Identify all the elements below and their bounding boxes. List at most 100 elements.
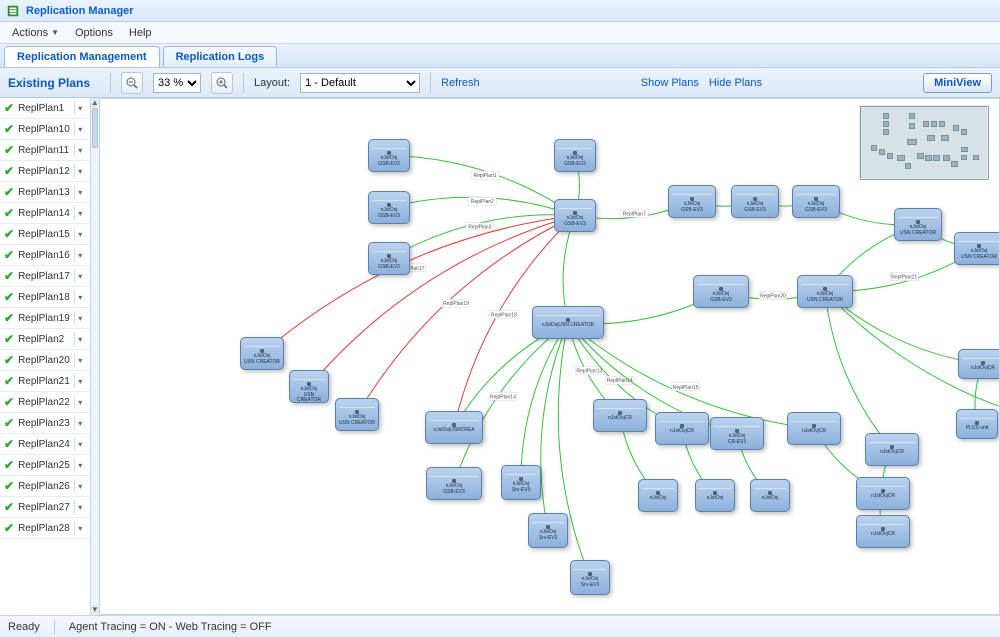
chevron-down-icon[interactable]: ▾ [74, 458, 86, 472]
graph-canvas[interactable]: ReplPlan1ReplPlan2ReplPlan3ReplPlan7Repl… [100, 98, 1000, 615]
chevron-down-icon[interactable]: ▾ [74, 374, 86, 388]
chevron-down-icon[interactable]: ▾ [74, 521, 86, 535]
zoom-select[interactable]: 33 % [153, 73, 201, 93]
sidebar-scrollbar[interactable]: ▲ ▼ [90, 98, 99, 615]
chevron-down-icon[interactable]: ▾ [74, 185, 86, 199]
menu-options[interactable]: Options [69, 25, 119, 41]
plan-item[interactable]: ✔ReplPlan13▾ [0, 182, 90, 203]
graph-node[interactable]: nJstOvjGSB-EV3 [792, 185, 840, 218]
graph-node[interactable]: nJstOvjCR [856, 477, 910, 510]
chevron-down-icon[interactable]: ▾ [74, 269, 86, 283]
edge-label: ReplPlan2 [471, 199, 494, 205]
miniview-panel[interactable] [859, 105, 989, 180]
graph-node[interactable]: nJstOvjCR [787, 412, 841, 445]
chevron-down-icon[interactable]: ▾ [74, 248, 86, 262]
graph-node[interactable]: nJstOvjCR-EV3 [710, 417, 764, 450]
graph-node[interactable]: nJstOvjCR [856, 515, 910, 548]
graph-node[interactable]: nJstOvjUSN CREATOR [289, 370, 329, 403]
show-plans-button[interactable]: Show Plans [641, 77, 699, 89]
plan-item[interactable]: ✔ReplPlan15▾ [0, 224, 90, 245]
graph-node[interactable]: nJstOvjUSN CREATOR [335, 398, 379, 431]
plan-item[interactable]: ✔ReplPlan20▾ [0, 350, 90, 371]
graph-node[interactable]: nJstOvjUSN CREATOR [894, 208, 942, 241]
tab-replication-management[interactable]: Replication Management [4, 46, 160, 67]
graph-node[interactable]: nJstOvjUSN CREATOR [797, 275, 853, 308]
graph-node[interactable]: nJstOvjGSB-EV3 [668, 185, 716, 218]
chevron-down-icon[interactable]: ▾ [74, 164, 86, 178]
scroll-down-icon[interactable]: ▼ [91, 605, 99, 615]
graph-node[interactable]: nJstOvjCR [655, 412, 709, 445]
plan-item[interactable]: ✔ReplPlan14▾ [0, 203, 90, 224]
plan-item[interactable]: ✔ ReplPlan10 ▾ [0, 119, 90, 140]
chevron-down-icon[interactable]: ▾ [74, 311, 86, 325]
chevron-down-icon[interactable]: ▾ [74, 227, 86, 241]
check-icon: ✔ [4, 500, 14, 514]
scroll-thumb[interactable] [92, 108, 98, 148]
plan-item[interactable]: ✔ReplPlan11▾ [0, 140, 90, 161]
graph-node[interactable]: nJstOvjSrv-EV3 [528, 513, 568, 548]
chevron-down-icon[interactable]: ▾ [74, 353, 86, 367]
chevron-down-icon[interactable]: ▾ [74, 122, 86, 136]
plan-item[interactable]: ✔ReplPlan28▾ [0, 518, 90, 539]
graph-node[interactable]: nJstOvjGSB-EV3 [368, 242, 410, 275]
zoom-in-button[interactable] [211, 72, 233, 94]
chevron-down-icon: ▼ [51, 28, 59, 37]
plan-item[interactable]: ✔ReplPlan21▾ [0, 371, 90, 392]
tab-replication-logs[interactable]: Replication Logs [163, 46, 278, 67]
graph-node[interactable]: nJstOvjSrv-EV3 [501, 465, 541, 500]
chevron-down-icon[interactable]: ▾ [74, 206, 86, 220]
chevron-down-icon[interactable]: ▾ [74, 290, 86, 304]
plan-item[interactable]: ✔ReplPlan12▾ [0, 161, 90, 182]
plan-item[interactable]: ✔ReplPlan18▾ [0, 287, 90, 308]
zoom-out-button[interactable] [121, 72, 143, 94]
graph-node[interactable]: nJstOvjGSB-EV3 [368, 139, 410, 172]
menu-help[interactable]: Help [123, 25, 158, 41]
graph-node[interactable]: nJstOvjGSB-EV3 [426, 467, 482, 500]
graph-node[interactable]: nJstOvjGSB-EV3 [554, 139, 596, 172]
check-icon: ✔ [4, 122, 14, 136]
graph-node[interactable]: nJstOvjUSN CREATOR [240, 337, 284, 370]
graph-node[interactable]: PLUS unit [956, 409, 998, 439]
graph-node[interactable]: nJstOvjSrv-EV3 [570, 560, 610, 595]
graph-node[interactable]: nJstOvjCR [958, 349, 1000, 379]
graph-node[interactable]: nJstOvjUSN CREATOR [954, 232, 1000, 265]
plan-item[interactable]: ✔ReplPlan25▾ [0, 455, 90, 476]
plan-item[interactable]: ✔ReplPlan26▾ [0, 476, 90, 497]
plan-label: ReplPlan10 [18, 124, 70, 135]
plan-item[interactable]: ✔ReplPlan27▾ [0, 497, 90, 518]
chevron-down-icon[interactable]: ▾ [74, 332, 86, 346]
plan-item[interactable]: ✔ReplPlan1▾ [0, 98, 90, 119]
graph-node[interactable]: nJstOvj [750, 479, 790, 512]
menu-actions[interactable]: Actions▼ [6, 25, 65, 41]
graph-node[interactable]: nJstOvjUSNCREA [425, 411, 483, 444]
graph-node[interactable]: nJstOvj [695, 479, 735, 512]
plan-item[interactable]: ✔ReplPlan2▾ [0, 329, 90, 350]
graph-node[interactable]: nJstOvjUSN CREATOR [532, 306, 604, 339]
scroll-up-icon[interactable]: ▲ [91, 98, 99, 108]
chevron-down-icon[interactable]: ▾ [74, 500, 86, 514]
chevron-down-icon[interactable]: ▾ [74, 479, 86, 493]
plan-item[interactable]: ✔ReplPlan19▾ [0, 308, 90, 329]
hide-plans-button[interactable]: Hide Plans [709, 77, 762, 89]
plan-item[interactable]: ✔ReplPlan23▾ [0, 413, 90, 434]
graph-node[interactable]: nJstOvjGSB-EV3 [554, 199, 596, 232]
refresh-button[interactable]: Refresh [441, 77, 480, 89]
graph-node[interactable]: nJstOvjCR [593, 399, 647, 432]
chevron-down-icon[interactable]: ▾ [74, 143, 86, 157]
graph-node[interactable]: nJstOvjGSB-EV3 [731, 185, 779, 218]
chevron-down-icon[interactable]: ▾ [74, 416, 86, 430]
layout-select[interactable]: 1 - Default [300, 73, 420, 93]
plan-item[interactable]: ✔ReplPlan17▾ [0, 266, 90, 287]
chevron-down-icon[interactable]: ▾ [74, 437, 86, 451]
graph-node[interactable]: nJstOvjGSB-EV3 [368, 191, 410, 224]
plan-item[interactable]: ✔ReplPlan16▾ [0, 245, 90, 266]
plan-item[interactable]: ✔ReplPlan22▾ [0, 392, 90, 413]
plan-list[interactable]: ✔ReplPlan1▾✔ReplPlan10▾✔ReplPlan11▾✔Repl… [0, 98, 90, 615]
graph-node[interactable]: nJstOvj [638, 479, 678, 512]
chevron-down-icon[interactable]: ▾ [74, 395, 86, 409]
plan-item[interactable]: ✔ReplPlan24▾ [0, 434, 90, 455]
miniview-button[interactable]: MiniView [923, 73, 992, 93]
chevron-down-icon[interactable]: ▾ [74, 101, 86, 115]
graph-node[interactable]: nJstOvjGSB-EV3 [693, 275, 749, 308]
graph-node[interactable]: nJstOvjCR [865, 433, 919, 466]
